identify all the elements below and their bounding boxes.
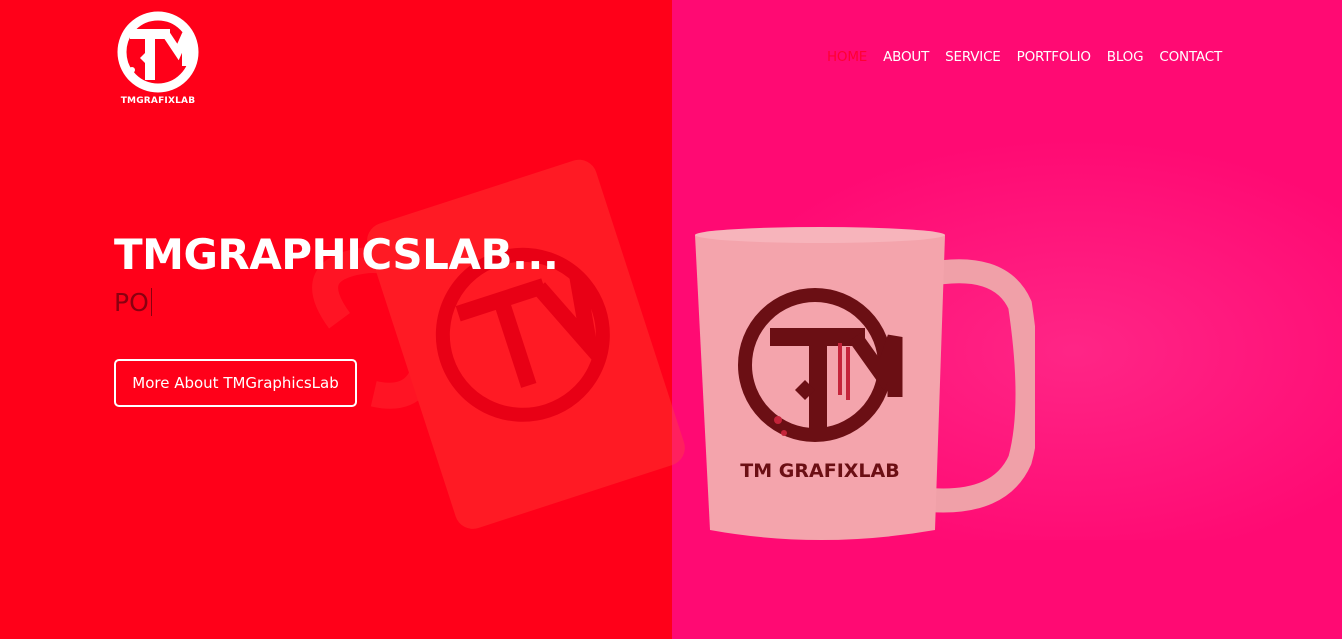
- typed-text: PO: [114, 288, 149, 317]
- nav-item-blog[interactable]: BLOG: [1107, 49, 1144, 65]
- mug-image: TM GRAFIXLAB: [695, 227, 1035, 540]
- typing-caret: [150, 288, 152, 316]
- ghost-mug-image: [312, 159, 685, 529]
- hero-headline: TMGRAPHICSLAB...: [114, 230, 559, 279]
- nav-item-portfolio[interactable]: PORTFOLIO: [1017, 49, 1091, 65]
- nav-item-about[interactable]: ABOUT: [883, 49, 929, 65]
- mug-logo-text: TM GRAFIXLAB: [740, 460, 899, 482]
- main-nav: HOME ABOUT SERVICE PORTFOLIO BLOG CONTAC…: [827, 49, 1222, 65]
- nav-item-contact[interactable]: CONTACT: [1159, 49, 1222, 65]
- typed-text-line: PO: [114, 288, 152, 317]
- more-about-button[interactable]: More About TMGraphicsLab: [114, 359, 357, 407]
- nav-item-service[interactable]: SERVICE: [945, 49, 1001, 65]
- logo-text: TMGRAFIXLAB: [120, 96, 196, 106]
- nav-item-home[interactable]: HOME: [827, 49, 867, 65]
